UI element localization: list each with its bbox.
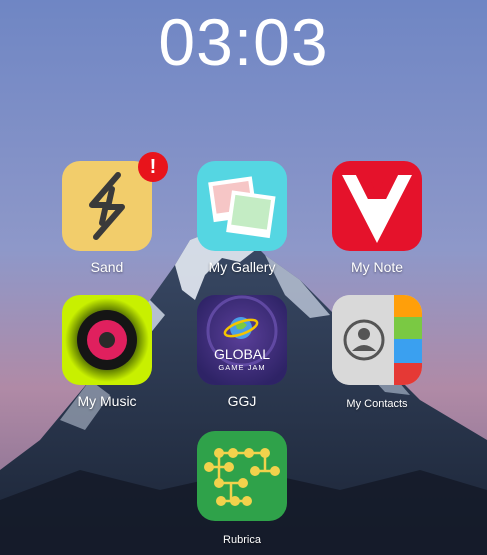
ggj-app-tile[interactable]: GLOBAL GAME JAM bbox=[197, 295, 287, 385]
music-app-label: My Music bbox=[77, 393, 137, 409]
photos-icon bbox=[208, 176, 276, 239]
app-my-note[interactable]: My Note bbox=[312, 161, 442, 281]
gallery-app-tile[interactable] bbox=[197, 161, 287, 251]
app-rubrica[interactable]: Rubrica bbox=[177, 431, 307, 551]
org-chart-icon bbox=[204, 448, 280, 506]
notification-badge: ! bbox=[138, 152, 168, 182]
app-ggj[interactable]: GLOBAL GAME JAM GGJ bbox=[177, 295, 307, 415]
ggj-logo-line2: GAME JAM bbox=[218, 363, 265, 372]
contacts-app-label: My Contacts bbox=[346, 398, 408, 410]
lock-screen-clock: 03:03 bbox=[158, 5, 329, 79]
app-my-gallery[interactable]: My Gallery bbox=[177, 161, 307, 281]
contacts-app-tile[interactable] bbox=[332, 295, 422, 385]
app-my-contacts[interactable]: My Contacts bbox=[312, 295, 442, 415]
global-game-jam-logo: GLOBAL GAME JAM bbox=[197, 295, 287, 385]
ggj-app-label: GGJ bbox=[227, 393, 257, 409]
v-logo-icon bbox=[342, 175, 412, 243]
lightning-bolt-icon bbox=[89, 172, 125, 240]
gallery-app-label: My Gallery bbox=[208, 259, 276, 275]
contacts-book-icon bbox=[332, 295, 422, 385]
note-app-label: My Note bbox=[350, 259, 404, 275]
music-app-tile[interactable] bbox=[62, 295, 152, 385]
ggj-logo-line1: GLOBAL bbox=[214, 346, 270, 362]
speaker-icon bbox=[65, 298, 149, 382]
sand-app-label: Sand bbox=[90, 259, 124, 275]
app-sand[interactable]: ! Sand bbox=[42, 152, 172, 281]
rubrica-app-tile[interactable] bbox=[197, 431, 287, 521]
sand-app-tile[interactable] bbox=[62, 161, 152, 251]
note-app-tile[interactable] bbox=[332, 161, 422, 251]
app-my-music[interactable]: My Music bbox=[42, 295, 172, 415]
rubrica-app-label: Rubrica bbox=[223, 534, 261, 546]
